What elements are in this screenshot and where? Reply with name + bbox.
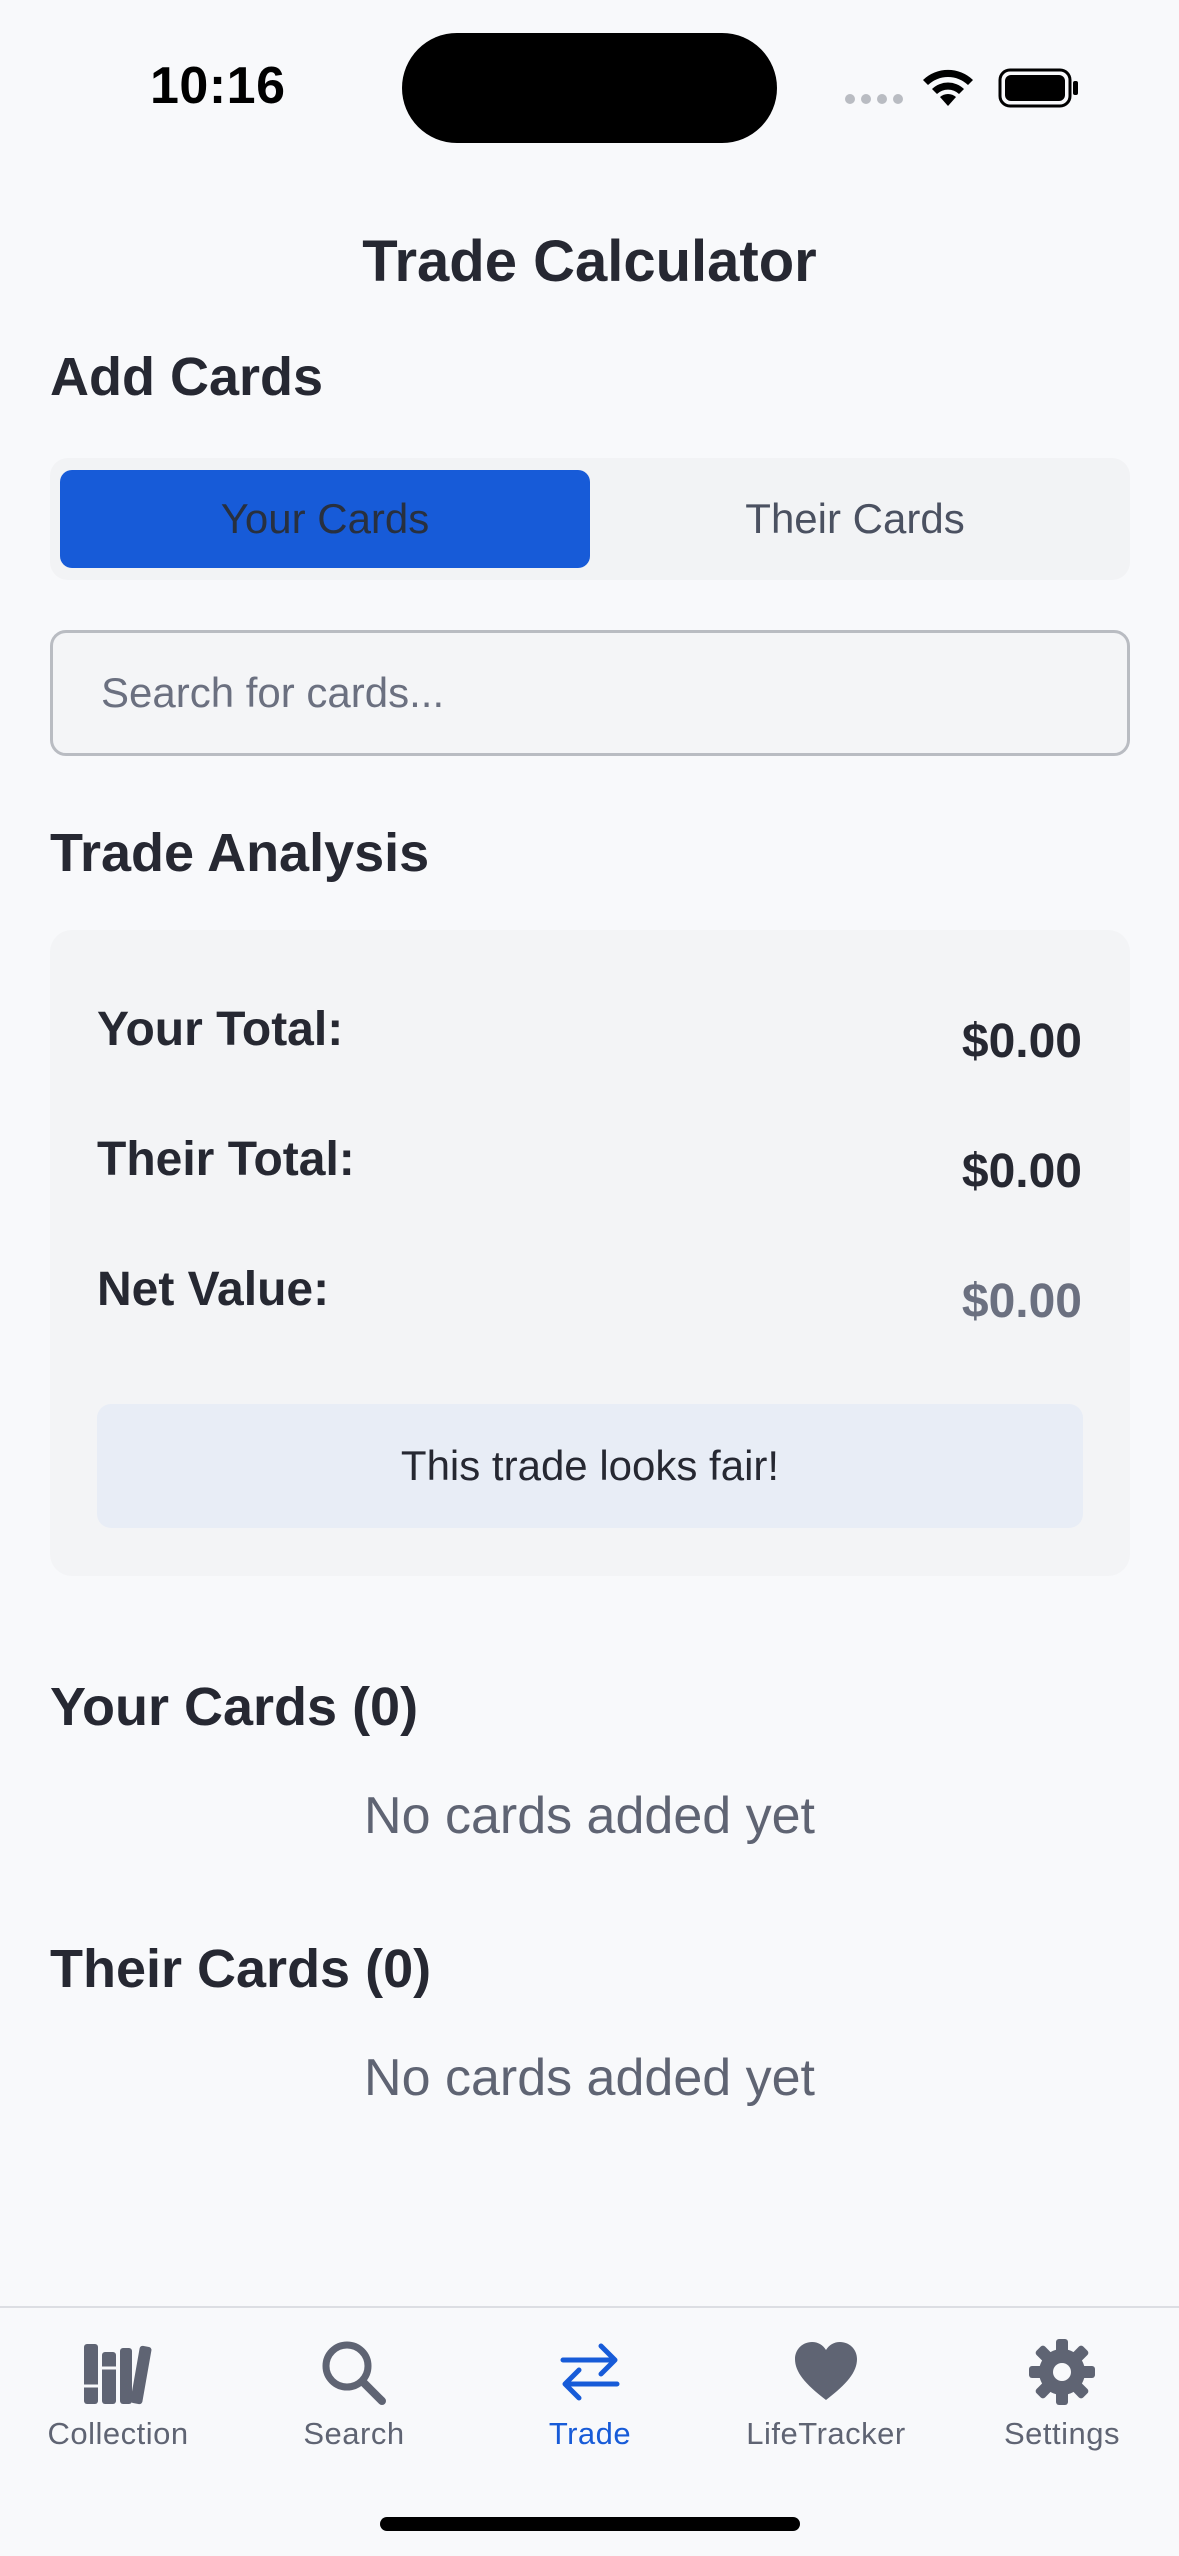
books-icon <box>84 2344 152 2405</box>
your-total-label: Your Total: <box>97 1003 344 1056</box>
gear-icon <box>1029 2339 1095 2405</box>
tab-search-label: Search <box>303 2416 405 2451</box>
trade-verdict-banner: This trade looks fair! <box>97 1404 1083 1528</box>
net-value-value: $0.00 <box>961 1275 1082 1328</box>
wifi-icon <box>923 69 973 106</box>
tab-their-cards[interactable]: Their Cards <box>590 470 1120 568</box>
swap-arrows-icon <box>560 2343 620 2401</box>
heart-icon <box>795 2342 857 2400</box>
battery-icon <box>998 68 1078 108</box>
their-total-label: Their Total: <box>97 1133 355 1186</box>
trade-analysis-card: Your Total: $0.00 Their Total: $0.00 Net… <box>50 930 1130 1576</box>
magnifier-icon <box>322 2341 386 2405</box>
their-cards-heading: Their Cards (0) <box>50 1939 432 1999</box>
tab-your-cards[interactable]: Your Cards <box>60 470 590 568</box>
tab-trade-label: Trade <box>548 2416 632 2451</box>
tab-settings-label: Settings <box>1003 2416 1120 2451</box>
their-total-value: $0.00 <box>961 1145 1082 1198</box>
their-cards-empty-text: No cards added yet <box>364 2049 815 2107</box>
your-cards-heading: Your Cards (0) <box>50 1677 419 1737</box>
your-cards-empty-text: No cards added yet <box>364 1787 815 1845</box>
net-value-label: Net Value: <box>97 1263 330 1316</box>
your-total-value: $0.00 <box>961 1015 1082 1068</box>
card-search-input[interactable]: Search for cards... <box>50 630 1130 756</box>
tab-collection-label: Collection <box>47 2416 189 2451</box>
page-title: Trade Calculator <box>362 229 817 294</box>
tab-search[interactable]: Search <box>236 2326 472 2496</box>
trade-analysis-heading: Trade Analysis <box>50 823 430 883</box>
tab-lifetracker[interactable]: LifeTracker <box>708 2326 944 2496</box>
tab-lifetracker-label: LifeTracker <box>746 2416 906 2451</box>
tab-settings[interactable]: Settings <box>944 2326 1179 2496</box>
add-cards-heading: Add Cards <box>50 347 324 407</box>
home-indicator[interactable] <box>380 2517 800 2531</box>
dynamic-island <box>402 33 777 143</box>
card-side-segmented-control: Your Cards Their Cards <box>50 458 1130 580</box>
cellular-signal-icon <box>845 94 905 104</box>
tab-collection[interactable]: Collection <box>0 2326 236 2496</box>
status-time: 10:16 <box>150 57 286 115</box>
tab-trade[interactable]: Trade <box>472 2326 708 2496</box>
trade-calculator-screen: 10:16 Trade Calculator Add Cards Your Ca… <box>0 0 1179 2556</box>
